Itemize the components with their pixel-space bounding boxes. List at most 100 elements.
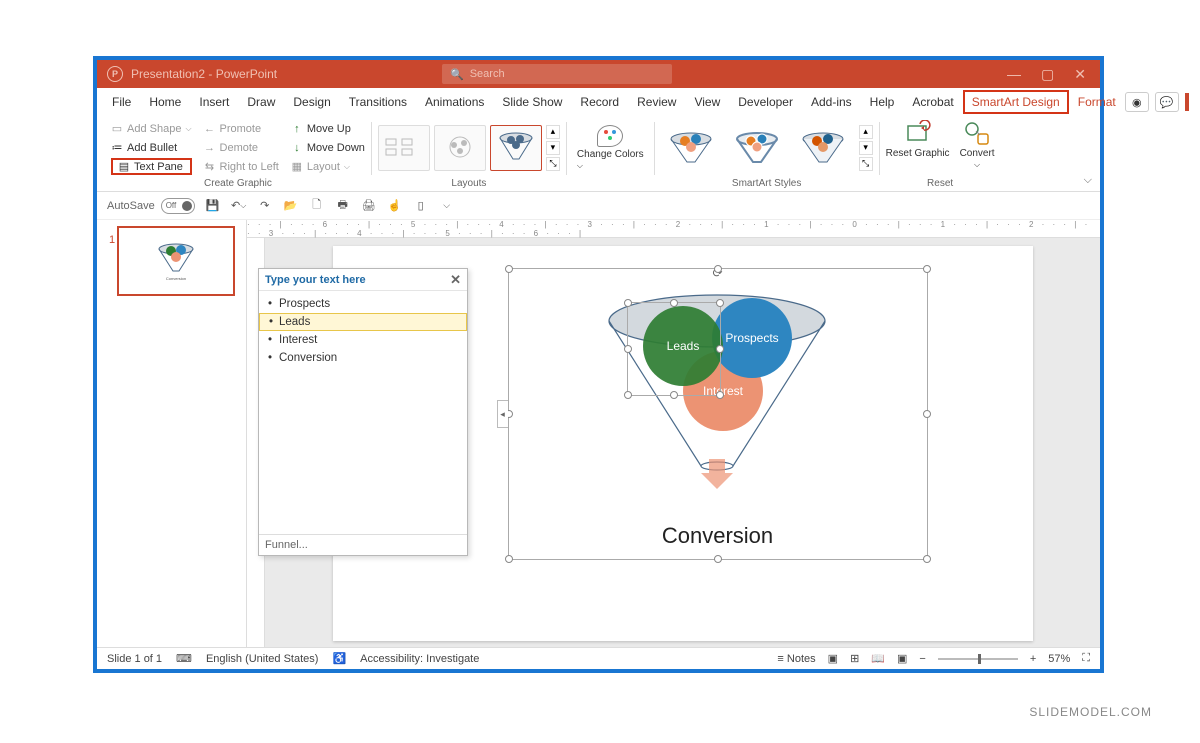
print-preview-button[interactable]: 🖨 xyxy=(361,198,377,214)
tab-format[interactable]: Format xyxy=(1069,90,1125,114)
close-button[interactable]: ✕ xyxy=(1074,66,1086,83)
open-button[interactable]: 📂 xyxy=(283,198,299,214)
fit-to-window-button[interactable]: ⛶ xyxy=(1082,652,1090,665)
tab-animations[interactable]: Animations xyxy=(416,90,493,114)
text-pane-window[interactable]: Type your text here ✕ Prospects Leads In… xyxy=(258,268,468,556)
text-pane-item[interactable]: Conversion xyxy=(259,349,467,367)
redo-button[interactable]: ↷ xyxy=(257,198,273,214)
group-label-create-graphic: Create Graphic xyxy=(111,176,365,191)
resize-handle-n[interactable] xyxy=(714,265,722,273)
layout-option-1[interactable] xyxy=(378,125,430,171)
tab-acrobat[interactable]: Acrobat xyxy=(903,90,962,114)
text-pane-item-selected[interactable]: Leads xyxy=(259,313,467,331)
slideshow-view-button[interactable]: ▣ xyxy=(897,652,907,665)
camera-button[interactable]: ◉ xyxy=(1125,92,1149,112)
resize-handle-nw[interactable] xyxy=(505,265,513,273)
from-beginning-button[interactable]: ▯ xyxy=(413,198,429,214)
tab-transitions[interactable]: Transitions xyxy=(340,90,416,114)
convert-button[interactable]: Convert⌵ xyxy=(960,120,995,170)
tab-insert[interactable]: Insert xyxy=(190,90,238,114)
quick-print-button[interactable]: 🖶 xyxy=(335,198,351,214)
tab-home[interactable]: Home xyxy=(140,90,190,114)
status-accessibility[interactable]: Accessibility: Investigate xyxy=(360,653,479,665)
comments-button[interactable]: 💬 xyxy=(1155,92,1179,112)
collapse-ribbon-button[interactable]: ⌵ xyxy=(1084,174,1092,187)
minimize-button[interactable]: — xyxy=(1007,66,1021,83)
zoom-in-button[interactable]: + xyxy=(1030,653,1036,665)
tab-file[interactable]: File xyxy=(103,90,140,114)
new-button[interactable]: 🗋 xyxy=(309,198,325,214)
normal-view-button[interactable]: ▣ xyxy=(828,652,838,665)
shape-handle[interactable] xyxy=(624,299,632,307)
resize-handle-ne[interactable] xyxy=(923,265,931,273)
reset-graphic-button[interactable]: Reset Graphic xyxy=(886,120,950,159)
tab-record[interactable]: Record xyxy=(571,90,628,114)
tab-addins[interactable]: Add-ins xyxy=(802,90,861,114)
tab-draw[interactable]: Draw xyxy=(238,90,284,114)
shape-handle[interactable] xyxy=(670,391,678,399)
tab-developer[interactable]: Developer xyxy=(729,90,802,114)
add-shape-button[interactable]: ▭Add Shape ⌵ xyxy=(111,120,192,137)
move-up-button[interactable]: ↑Move Up xyxy=(291,120,365,137)
leads-shape-selection[interactable] xyxy=(627,302,721,396)
layout-scroll-up[interactable]: ▴ xyxy=(546,125,560,139)
layout-option-2[interactable] xyxy=(434,125,486,171)
tab-slideshow[interactable]: Slide Show xyxy=(493,90,571,114)
resize-handle-s[interactable] xyxy=(714,555,722,563)
shape-handle[interactable] xyxy=(716,299,724,307)
sorter-view-button[interactable]: ⊞ xyxy=(850,652,859,665)
layout-button[interactable]: ▦Layout ⌵ xyxy=(291,158,365,175)
shape-handle[interactable] xyxy=(670,299,678,307)
tab-help[interactable]: Help xyxy=(861,90,904,114)
text-pane-button[interactable]: ▤Text Pane xyxy=(111,158,192,175)
tab-smartart-design[interactable]: SmartArt Design xyxy=(963,90,1069,114)
zoom-out-button[interactable]: − xyxy=(919,653,925,665)
style-option-1[interactable] xyxy=(661,125,721,171)
reading-view-button[interactable]: 📖 xyxy=(871,652,885,665)
shape-handle[interactable] xyxy=(716,391,724,399)
style-more[interactable]: ⤡ xyxy=(859,157,873,171)
save-button[interactable]: 💾 xyxy=(205,198,221,214)
text-pane-item[interactable]: Prospects xyxy=(259,295,467,313)
text-pane-close-button[interactable]: ✕ xyxy=(450,272,461,288)
shape-handle[interactable] xyxy=(716,345,724,353)
zoom-level[interactable]: 57% xyxy=(1048,653,1070,665)
tab-design[interactable]: Design xyxy=(284,90,339,114)
layout-scroll-down[interactable]: ▾ xyxy=(546,141,560,155)
resize-handle-e[interactable] xyxy=(923,410,931,418)
style-option-2[interactable] xyxy=(727,125,787,171)
qat-more-button[interactable]: ⌵ xyxy=(439,198,455,214)
shape-handle[interactable] xyxy=(624,391,632,399)
autosave-toggle[interactable]: Off xyxy=(161,198,195,214)
promote-button[interactable]: ←Promote xyxy=(204,120,279,137)
text-pane-list[interactable]: Prospects Leads Interest Conversion xyxy=(259,291,467,534)
add-bullet-button[interactable]: ≔Add Bullet xyxy=(111,139,192,156)
touch-mode-button[interactable]: ☝ xyxy=(387,198,403,214)
right-to-left-button[interactable]: ⇆Right to Left xyxy=(204,158,279,175)
tab-view[interactable]: View xyxy=(685,90,729,114)
text-pane-footer: Funnel... xyxy=(259,534,467,555)
resize-handle-sw[interactable] xyxy=(505,555,513,563)
layout-icon: ▦ xyxy=(291,161,303,173)
notes-button[interactable]: ≡ Notes xyxy=(777,653,815,665)
tab-review[interactable]: Review xyxy=(628,90,685,114)
status-language[interactable]: English (United States) xyxy=(206,653,319,665)
change-colors-button[interactable]: Change Colors⌵ xyxy=(573,125,648,171)
undo-button[interactable]: ↶ ⌵ xyxy=(231,198,247,214)
layout-more[interactable]: ⤡ xyxy=(546,157,560,171)
text-pane-expand-tab[interactable]: ◂ xyxy=(497,400,508,428)
text-pane-item[interactable]: Interest xyxy=(259,331,467,349)
resize-handle-se[interactable] xyxy=(923,555,931,563)
style-scroll-down[interactable]: ▾ xyxy=(859,141,873,155)
zoom-slider[interactable] xyxy=(938,658,1018,660)
layout-option-3-selected[interactable] xyxy=(490,125,542,171)
style-option-3[interactable] xyxy=(793,125,853,171)
slide-thumbnail-1[interactable]: Conversion xyxy=(117,226,235,296)
shape-handle[interactable] xyxy=(624,345,632,353)
style-scroll-up[interactable]: ▴ xyxy=(859,125,873,139)
demote-button[interactable]: →Demote xyxy=(204,139,279,156)
maximize-button[interactable]: ▢ xyxy=(1041,66,1054,83)
move-down-button[interactable]: ↓Move Down xyxy=(291,139,365,156)
search-input[interactable]: 🔍 Search xyxy=(442,64,672,84)
smartart-selection-box[interactable]: ⟳ ◂ xyxy=(508,268,928,560)
